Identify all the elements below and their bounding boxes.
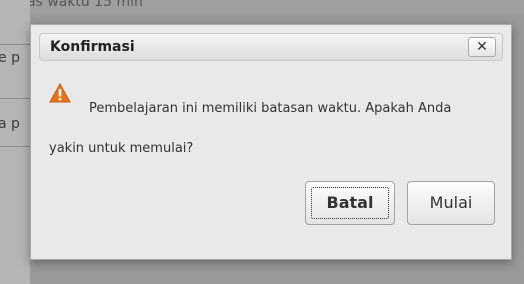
focus-ring	[311, 187, 389, 219]
start-button[interactable]: Mulai	[407, 181, 495, 225]
page-background-strip	[0, 0, 30, 284]
background-divider	[0, 44, 30, 45]
background-divider	[0, 146, 30, 147]
background-divider	[0, 98, 30, 99]
confirm-dialog: Konfirmasi ✕ Pembelajaran ini memiliki b…	[30, 24, 512, 260]
cancel-button[interactable]: Batal	[305, 181, 395, 225]
start-button-label: Mulai	[429, 193, 473, 212]
background-text-2: a p	[0, 116, 20, 132]
close-icon: ✕	[476, 39, 488, 55]
close-button[interactable]: ✕	[468, 37, 496, 57]
dialog-message: Pembelajaran ini memiliki batasan waktu.…	[49, 101, 452, 156]
background-text-1: e p	[0, 50, 20, 66]
dialog-title: Konfirmasi	[50, 39, 135, 55]
dialog-titlebar[interactable]: Konfirmasi ✕	[39, 33, 503, 61]
modal-overlay: batas waktu 15 min e p a p Konfirmasi ✕ …	[0, 0, 524, 284]
